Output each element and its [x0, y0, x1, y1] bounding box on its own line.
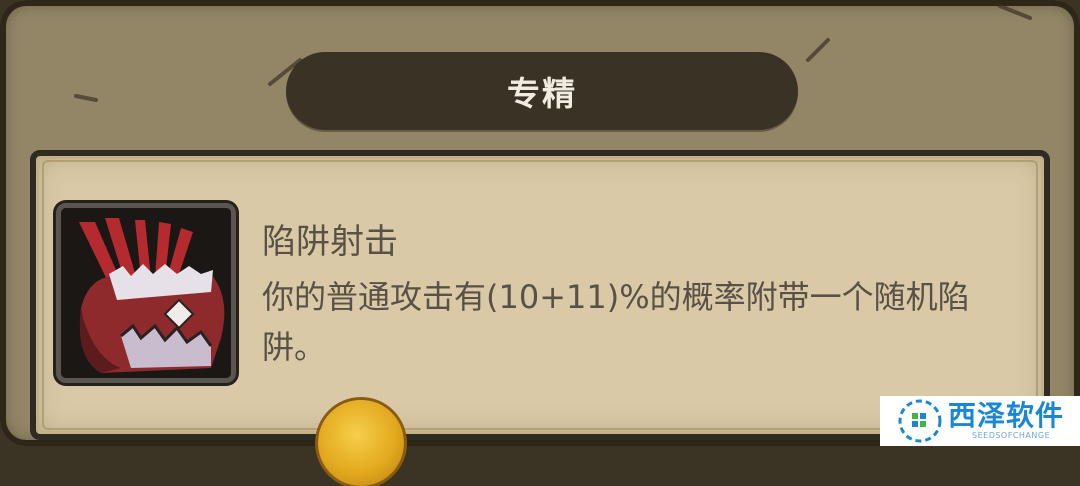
watermark-text: 西泽软件 — [948, 399, 1065, 432]
trap-jaw-icon-art — [61, 208, 231, 378]
watermark: 西泽软件 SEEDSOFCHANGE — [880, 396, 1080, 446]
watermark-subtext: SEEDSOFCHANGE — [972, 431, 1051, 440]
title-bar: 专精 — [286, 52, 798, 130]
page-title: 专精 — [507, 74, 577, 113]
trap-jaw-icon[interactable] — [56, 203, 236, 383]
skill-description: 你的普通攻击有(10+11)%的概率附带一个随机陷阱。 — [262, 278, 970, 366]
skill-name: 陷阱射击 — [262, 222, 398, 262]
coin-icon[interactable] — [318, 400, 404, 486]
watermark-logo-icon — [898, 399, 942, 443]
